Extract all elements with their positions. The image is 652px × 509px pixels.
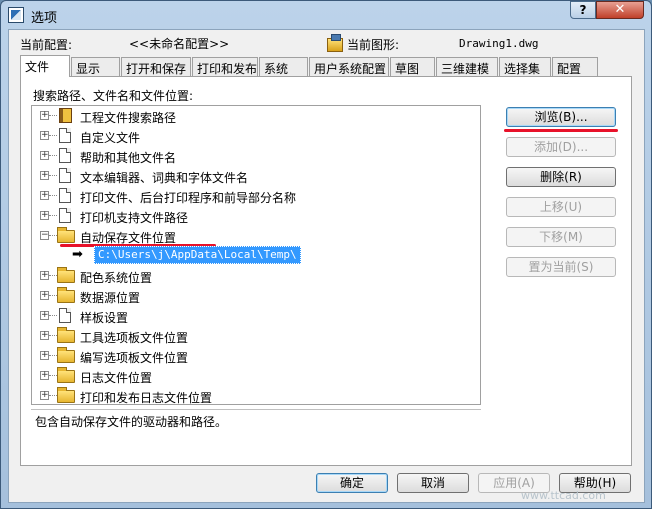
autosave-path-row[interactable]: ➡ C:\Users\j\AppData\Local\Temp\ xyxy=(32,246,472,266)
tree-item[interactable]: + 打印和发布日志文件位置 xyxy=(32,386,472,405)
folder-icon xyxy=(57,287,75,303)
close-button[interactable]: ✕ xyxy=(596,1,644,19)
drawing-icon xyxy=(327,34,343,52)
tree-item-label: 帮助和其他文件名 xyxy=(80,151,177,165)
tree-item-label: 数据源位置 xyxy=(80,291,141,305)
folder-open-icon xyxy=(57,227,75,243)
expand-icon[interactable]: + xyxy=(40,111,49,120)
current-profile-label: 当前配置: xyxy=(20,38,73,52)
folder-icon xyxy=(57,347,75,363)
ok-button[interactable]: 确定 xyxy=(316,473,388,493)
tree-item[interactable]: + 工程文件搜索路径 xyxy=(32,106,472,126)
watermark-text: www.ttcad.com xyxy=(521,489,606,502)
tree-item[interactable]: + 样板设置 xyxy=(32,306,472,326)
tree-item-label: 工程文件搜索路径 xyxy=(80,111,177,125)
move-down-button[interactable]: 下移(M) xyxy=(506,227,616,247)
options-dialog: 选项 ? ✕ 当前配置: <<未命名配置>> 当前图形: Drawing1.dw… xyxy=(0,0,652,509)
tree-item-label: 日志文件位置 xyxy=(80,371,153,385)
document-icon xyxy=(59,308,71,323)
tree-item[interactable]: + 编写选项板文件位置 xyxy=(32,346,472,366)
tree-item[interactable]: + 打印文件、后台打印程序和前导部分名称 xyxy=(32,186,472,206)
tab-profiles[interactable]: 配置 xyxy=(552,57,598,76)
tree-item[interactable]: + 配色系统位置 xyxy=(32,266,472,286)
tree-item[interactable]: + 打印机支持文件路径 xyxy=(32,206,472,226)
tree-item[interactable]: + 数据源位置 xyxy=(32,286,472,306)
description-box: 包含自动保存文件的驱动器和路径。 xyxy=(31,409,481,459)
current-drawing-label: 当前图形: xyxy=(347,38,400,52)
expand-icon[interactable]: + xyxy=(40,191,49,200)
dialog-client: 当前配置: <<未命名配置>> 当前图形: Drawing1.dwg 文件 显示… xyxy=(8,29,645,503)
tree-item-label: 自定义文件 xyxy=(80,131,141,145)
expand-icon[interactable]: + xyxy=(40,271,49,280)
document-icon xyxy=(59,128,71,143)
tree-item-label: 样板设置 xyxy=(80,311,129,325)
tab-display[interactable]: 显示 xyxy=(71,57,120,76)
tab-selection[interactable]: 选择集 xyxy=(499,57,551,76)
autosave-path-value[interactable]: C:\Users\j\AppData\Local\Temp\ xyxy=(94,246,301,264)
document-icon xyxy=(59,148,71,163)
expand-icon[interactable]: + xyxy=(40,211,49,220)
folder-icon xyxy=(57,267,75,283)
tree-item[interactable]: + 日志文件位置 xyxy=(32,366,472,386)
tree-item[interactable]: + 帮助和其他文件名 xyxy=(32,146,472,166)
folder-icon xyxy=(57,387,75,403)
expand-icon[interactable]: + xyxy=(40,151,49,160)
app-icon xyxy=(8,7,24,23)
files-tab-panel: 搜索路径、文件名和文件位置: + 工程文件搜索路径 + 自定义文件 + 帮助和其… xyxy=(20,76,632,466)
tab-drafting[interactable]: 草图 xyxy=(390,57,435,76)
tree-item[interactable]: + 工具选项板文件位置 xyxy=(32,326,472,346)
current-drawing-value: Drawing1.dwg xyxy=(459,37,539,50)
tree-item-label: 工具选项板文件位置 xyxy=(80,331,189,345)
expand-icon[interactable]: + xyxy=(40,311,49,320)
title-bar[interactable]: 选项 ? ✕ xyxy=(1,1,651,29)
set-current-button[interactable]: 置为当前(S) xyxy=(506,257,616,277)
tree-item-label: 打印机支持文件路径 xyxy=(80,211,189,225)
add-button[interactable]: 添加(D)... xyxy=(506,137,616,157)
tab-files[interactable]: 文件 xyxy=(20,55,70,77)
search-path-tree[interactable]: + 工程文件搜索路径 + 自定义文件 + 帮助和其他文件名 + 文本编辑器、词典… xyxy=(31,105,481,405)
tab-system[interactable]: 系统 xyxy=(259,57,308,76)
tab-plot-publish[interactable]: 打印和发布 xyxy=(192,57,258,76)
expand-icon[interactable]: + xyxy=(40,171,49,180)
expand-icon[interactable]: + xyxy=(40,131,49,140)
arrow-right-icon: ➡ xyxy=(72,247,83,262)
help-title-button[interactable]: ? xyxy=(570,1,596,19)
expand-icon[interactable]: + xyxy=(40,351,49,360)
browse-button[interactable]: 浏览(B)... xyxy=(506,107,616,127)
tree-item[interactable]: + 文本编辑器、词典和字体文件名 xyxy=(32,166,472,186)
expand-icon[interactable]: + xyxy=(40,291,49,300)
document-icon xyxy=(59,168,71,183)
expand-icon[interactable]: + xyxy=(40,331,49,340)
document-icon xyxy=(59,208,71,223)
tab-open-save[interactable]: 打开和保存 xyxy=(121,57,191,76)
annotation-underline xyxy=(504,129,618,132)
current-profile-value: <<未命名配置>> xyxy=(129,37,230,51)
tab-3d-modeling[interactable]: 三维建模 xyxy=(436,57,498,76)
tree-item-label: 打印和发布日志文件位置 xyxy=(80,391,213,405)
folder-icon xyxy=(57,367,75,383)
tree-item[interactable]: + 自定义文件 xyxy=(32,126,472,146)
tree-item-label: 编写选项板文件位置 xyxy=(80,351,189,365)
folder-icon xyxy=(57,327,75,343)
tree-title: 搜索路径、文件名和文件位置: xyxy=(33,89,194,103)
tree-item-autosave[interactable]: − 自动保存文件位置 xyxy=(32,226,472,246)
cancel-button[interactable]: 取消 xyxy=(397,473,469,493)
move-up-button[interactable]: 上移(U) xyxy=(506,197,616,217)
book-icon xyxy=(59,108,72,123)
document-icon xyxy=(59,188,71,203)
tree-item-label: 文本编辑器、词典和字体文件名 xyxy=(80,171,249,185)
expand-icon[interactable]: + xyxy=(40,371,49,380)
tree-item-label: 配色系统位置 xyxy=(80,271,153,285)
tree-item-label: 打印文件、后台打印程序和前导部分名称 xyxy=(80,191,297,205)
expand-icon[interactable]: + xyxy=(40,391,49,400)
remove-button[interactable]: 删除(R) xyxy=(506,167,616,187)
tab-user-preferences[interactable]: 用户系统配置 xyxy=(309,57,389,76)
dialog-title: 选项 xyxy=(31,11,58,26)
collapse-icon[interactable]: − xyxy=(40,231,49,240)
